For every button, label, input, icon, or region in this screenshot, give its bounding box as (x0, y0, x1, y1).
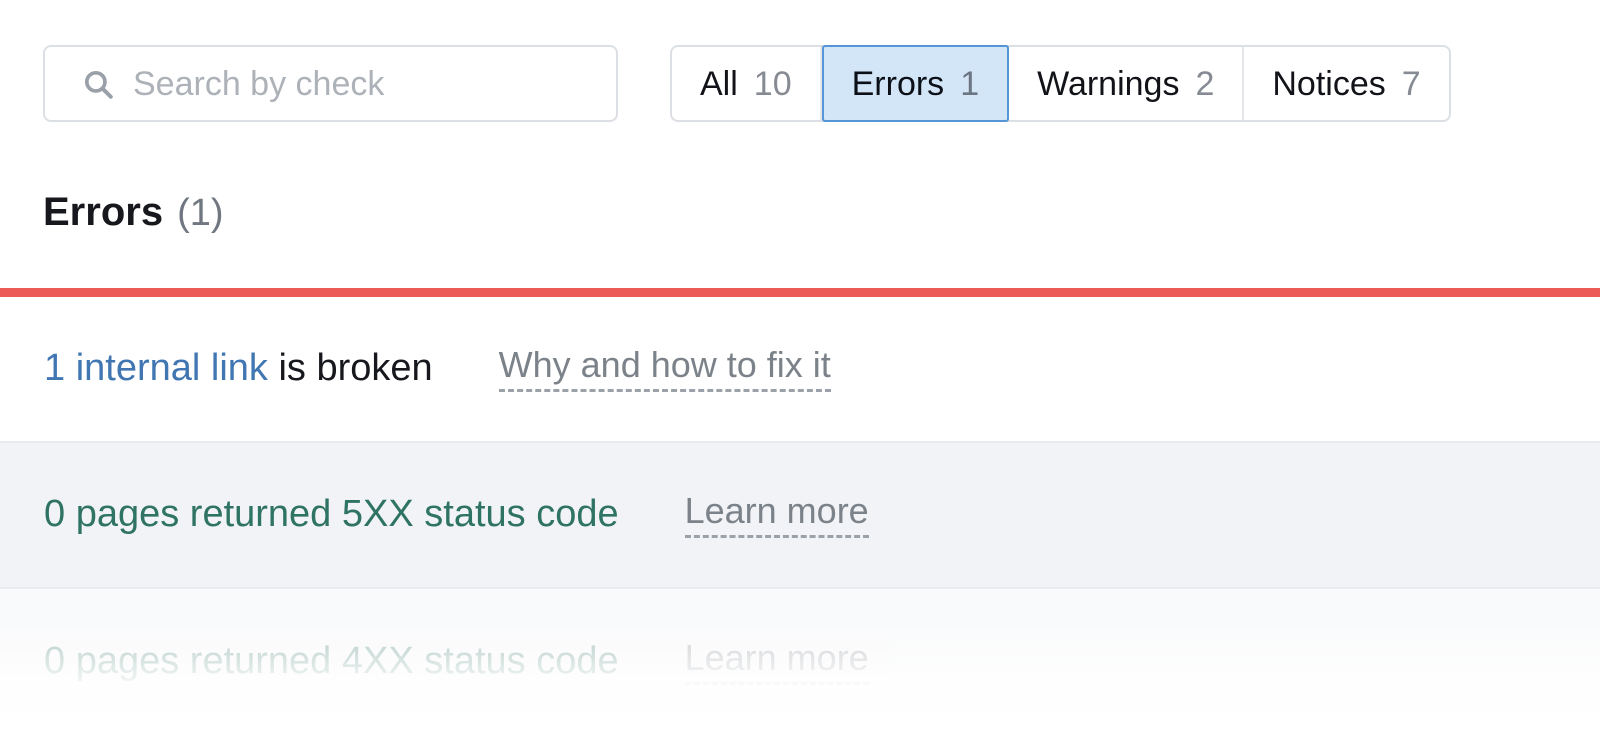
learn-more-link[interactable]: Learn more (684, 492, 869, 538)
tab-warnings-count: 2 (1195, 64, 1215, 103)
section-heading: Errors (1) (43, 192, 224, 232)
tab-errors-count: 1 (960, 64, 980, 103)
search-icon (84, 70, 113, 99)
learn-more-link[interactable]: Learn more (684, 639, 869, 685)
severity-bar-error (0, 288, 1600, 297)
search-input[interactable] (133, 59, 596, 108)
check-description: 0 pages returned 4XX status code (44, 640, 619, 683)
table-row[interactable]: 0 pages returned 5XX status code Learn m… (0, 443, 1600, 589)
tab-warnings-label: Warnings (1037, 64, 1180, 103)
checks-list: 1 internal link is broken Why and how to… (0, 297, 1600, 735)
check-description: 0 pages returned 5XX status code (44, 493, 619, 536)
section-count: (1) (177, 192, 224, 234)
table-row[interactable]: 1 internal link is broken Why and how to… (0, 297, 1600, 443)
tab-notices-count: 7 (1401, 64, 1421, 103)
check-description: 1 internal link is broken (44, 347, 433, 390)
tab-errors[interactable]: Errors 1 (821, 45, 1010, 122)
tab-all-label: All (700, 64, 738, 103)
check-description-rest: is broken (267, 347, 433, 390)
broken-links-link[interactable]: 1 internal link (44, 347, 268, 389)
tab-notices[interactable]: Notices 7 (1244, 47, 1448, 120)
why-and-how-to-fix-it-link[interactable]: Why and how to fix it (498, 346, 831, 392)
tab-all[interactable]: All 10 (672, 47, 822, 120)
tab-all-count: 10 (753, 64, 792, 103)
tab-notices-label: Notices (1272, 64, 1386, 103)
tab-warnings[interactable]: Warnings 2 (1009, 47, 1245, 120)
toolbar: All 10 Errors 1 Warnings 2 Notices 7 (0, 0, 1600, 170)
tab-errors-label: Errors (851, 64, 945, 103)
table-row[interactable]: 0 pages returned 4XX status code Learn m… (0, 589, 1600, 735)
page-title: Errors (43, 190, 164, 234)
search-box[interactable] (43, 45, 618, 122)
filter-tab-group: All 10 Errors 1 Warnings 2 Notices 7 (670, 45, 1451, 122)
checks-panel: All 10 Errors 1 Warnings 2 Notices 7 Err… (0, 0, 1600, 736)
